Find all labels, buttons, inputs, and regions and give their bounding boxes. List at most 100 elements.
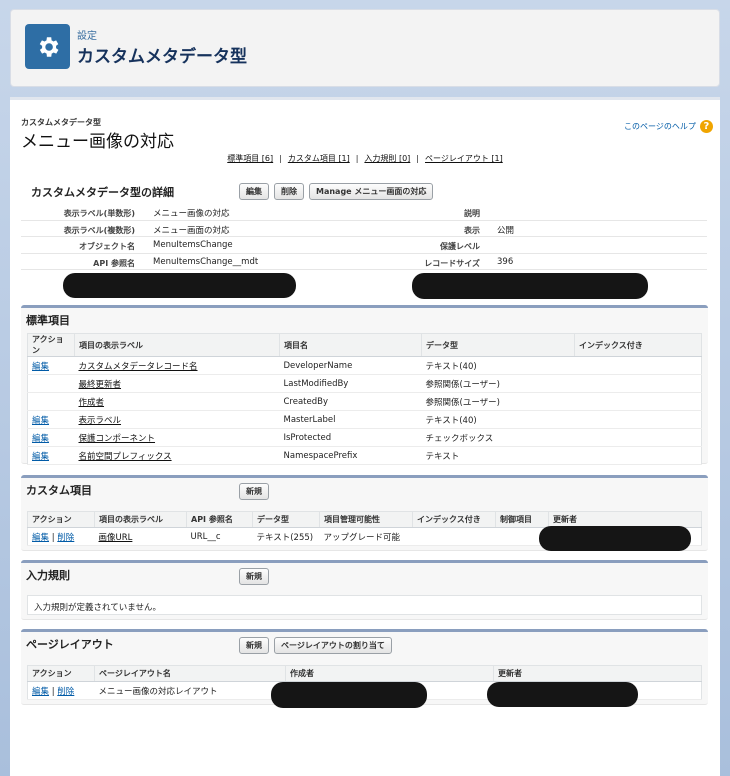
column-header: データ型	[421, 333, 575, 357]
field-label-link[interactable]: 作成者	[79, 398, 105, 408]
field-label-link[interactable]: 表示ラベル	[79, 416, 122, 426]
field-name: CreatedBy	[279, 392, 422, 411]
row-action	[27, 374, 75, 393]
table-header-row: アクション 項目の表示ラベル 項目名 データ型 インデックス付き	[27, 333, 702, 357]
detail-row: API 参照名 MenuItemsChange__mdt レコードサイズ 396	[21, 254, 707, 270]
column-header: ページレイアウト名	[94, 665, 286, 682]
field-indexed	[574, 392, 702, 411]
related-list-links: 標準項目 [6] | カスタム項目 [1] | 入力規則 [0] | ページレイアウト [1…	[10, 153, 720, 164]
related-link-custom-fields[interactable]: カスタム項目 [1]	[288, 154, 350, 163]
section-title: ページレイアウト	[26, 638, 114, 651]
field-label-link[interactable]: 保護コンポーネント	[79, 434, 156, 444]
related-link-validation-rules[interactable]: 入力規則 [0]	[364, 154, 410, 163]
new-custom-field-button[interactable]: 新規	[239, 483, 269, 500]
related-separator: |	[355, 154, 359, 163]
edit-button[interactable]: 編集	[239, 183, 269, 200]
page-title: メニュー画像の対応	[21, 132, 174, 152]
table-row: 作成者 CreatedBy 参照関係(ユーザー)	[27, 392, 702, 411]
action-separator: |	[51, 532, 55, 543]
field-label-link[interactable]: 最終更新者	[79, 380, 122, 390]
detail-value: MenuItemsChange	[153, 240, 233, 250]
field-type: テキスト(40)	[421, 410, 575, 429]
page-layout-assignment-button[interactable]: ページレイアウトの割り当て	[274, 637, 392, 654]
edit-link[interactable]: 編集	[32, 452, 49, 462]
detail-label: 説明	[464, 209, 480, 218]
table-row: 編集 名前空間プレフィックス NamespacePrefix テキスト	[27, 446, 702, 465]
row-action	[27, 392, 75, 411]
field-label-link[interactable]: 名前空間プレフィックス	[79, 452, 172, 462]
detail-label: 表示	[464, 225, 480, 235]
related-link-standard-fields[interactable]: 標準項目 [6]	[227, 154, 273, 163]
column-header: アクション	[27, 511, 95, 528]
section-title: 入力規則	[26, 569, 70, 582]
field-indexed	[574, 410, 702, 429]
redacted-area	[271, 682, 427, 708]
column-header: 制御項目	[495, 511, 549, 528]
layout-name[interactable]: メニュー画像の対応レイアウト	[94, 681, 286, 700]
manage-records-button[interactable]: Manage メニュー画面の対応	[309, 183, 434, 200]
action-separator: |	[51, 686, 55, 697]
detail-value: メニュー画面の対応	[153, 225, 230, 236]
field-label-link[interactable]: カスタムメタデータレコード名	[79, 362, 198, 372]
column-header: 作成者	[285, 665, 494, 682]
table-row: 編集 表示ラベル MasterLabel テキスト(40)	[27, 410, 702, 429]
field-type: テキスト(40)	[421, 356, 575, 375]
column-header: アクション	[27, 333, 75, 357]
detail-label: オブジェクト名	[79, 242, 135, 251]
column-header: データ型	[252, 511, 320, 528]
validation-rules-section: 入力規則 新規 入力規則が定義されていません。	[21, 560, 708, 620]
edit-link[interactable]: 編集	[32, 434, 49, 444]
main-panel: カスタムメタデータ型 メニュー画像の対応 このページのヘルプ ? 標準項目 [6…	[10, 97, 720, 776]
setup-breadcrumb[interactable]: 設定	[77, 27, 97, 42]
column-header: アクション	[27, 665, 95, 682]
field-indexed	[412, 527, 496, 546]
field-type: チェックボックス	[421, 428, 575, 447]
column-header: 項目名	[279, 333, 422, 357]
detail-row: オブジェクト名 MenuItemsChange 保護レベル	[21, 237, 707, 254]
field-label-link[interactable]: 画像URL	[99, 533, 133, 543]
empty-message: 入力規則が定義されていません。	[27, 595, 702, 615]
field-type: 参照関係(ユーザー)	[421, 374, 575, 393]
detail-value: 396	[497, 256, 514, 267]
new-validation-rule-button[interactable]: 新規	[239, 568, 269, 585]
table-row: 編集 保護コンポーネント IsProtected チェックボックス	[27, 428, 702, 447]
field-name: DeveloperName	[279, 356, 422, 375]
edit-link[interactable]: 編集	[32, 533, 49, 543]
help-icon[interactable]: ?	[699, 120, 713, 133]
new-page-layout-button[interactable]: 新規	[239, 637, 269, 654]
detail-title: カスタムメタデータ型の詳細	[31, 186, 174, 199]
related-link-page-layouts[interactable]: ページレイアウト [1]	[425, 154, 503, 163]
field-type: テキスト	[421, 446, 575, 465]
table-header-row: アクション ページレイアウト名 作成者 更新者	[27, 665, 702, 682]
field-indexed	[574, 428, 702, 447]
help-link-text[interactable]: このページのヘルプ	[624, 121, 696, 132]
delete-link[interactable]: 削除	[57, 687, 74, 697]
delete-button[interactable]: 削除	[274, 183, 304, 200]
detail-label: API 参照名	[93, 258, 135, 268]
edit-link[interactable]: 編集	[32, 362, 49, 372]
field-indexed	[574, 374, 702, 393]
column-header: インデックス付き	[574, 333, 702, 357]
table-row: 最終更新者 LastModifiedBy 参照関係(ユーザー)	[27, 374, 702, 393]
redacted-area	[487, 682, 638, 707]
detail-label: 表示ラベル(複数形)	[63, 225, 135, 235]
column-header: 更新者	[493, 665, 702, 682]
redacted-area	[539, 526, 691, 551]
field-type: テキスト(255)	[252, 527, 320, 546]
detail-label: 表示ラベル(単数形)	[63, 209, 135, 218]
setup-title: カスタムメタデータ型	[77, 47, 247, 67]
detail-label: 保護レベル	[440, 242, 480, 251]
detail-value: メニュー画像の対応	[153, 209, 230, 219]
section-title: 標準項目	[26, 314, 70, 327]
field-name: NamespacePrefix	[279, 446, 422, 465]
column-header: 項目管理可能性	[319, 511, 413, 528]
standard-fields-table: アクション 項目の表示ラベル 項目名 データ型 インデックス付き 編集 カスタム…	[27, 333, 702, 465]
edit-link[interactable]: 編集	[32, 416, 49, 426]
delete-link[interactable]: 削除	[57, 533, 74, 543]
edit-link[interactable]: 編集	[32, 687, 49, 697]
detail-label: レコードサイズ	[424, 258, 480, 268]
section-title: カスタム項目	[26, 484, 92, 497]
help-link[interactable]: このページのヘルプ ?	[624, 120, 713, 133]
column-header: 項目の表示ラベル	[94, 511, 187, 528]
field-indexed	[574, 446, 702, 465]
